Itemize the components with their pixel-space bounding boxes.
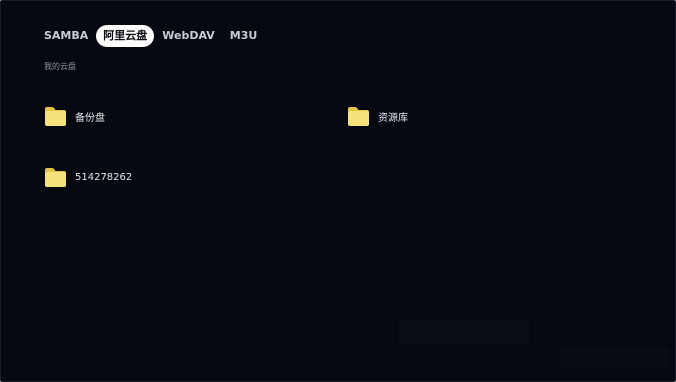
folder-label: 资源库 xyxy=(378,112,408,124)
tab-webdav[interactable]: WebDAV xyxy=(155,25,222,47)
folder-icon xyxy=(347,105,370,127)
folder-icon xyxy=(44,105,67,127)
tab-samba[interactable]: SAMBA xyxy=(37,25,95,47)
folder-label: 514278262 xyxy=(75,171,133,183)
file-browser-screen: SAMBA 阿里云盘 WebDAV M3U 我的云盘 备份盘 资源库 51427… xyxy=(0,0,676,382)
folder-item-514278262[interactable]: 514278262 xyxy=(44,164,132,190)
source-tabs: SAMBA 阿里云盘 WebDAV M3U xyxy=(37,25,265,47)
tab-aliyun-drive[interactable]: 阿里云盘 xyxy=(96,25,155,47)
folder-label: 备份盘 xyxy=(75,112,105,124)
breadcrumb: 我的云盘 xyxy=(44,62,76,71)
faint-overlay xyxy=(399,319,529,345)
tab-m3u[interactable]: M3U xyxy=(223,25,265,47)
folder-icon xyxy=(44,166,67,188)
folder-item-backup[interactable]: 备份盘 xyxy=(44,103,105,129)
faint-overlay xyxy=(561,347,669,369)
folder-item-resources[interactable]: 资源库 xyxy=(347,103,408,129)
